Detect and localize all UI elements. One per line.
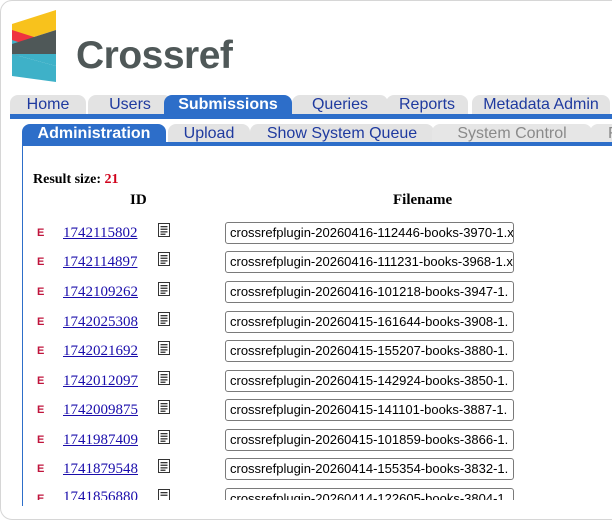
- result-count: 21: [104, 172, 119, 187]
- result-size-label: Result size:: [33, 172, 102, 187]
- document-icon[interactable]: [156, 281, 172, 297]
- tab-queries[interactable]: Queries: [292, 95, 388, 115]
- column-header-id: ID: [130, 192, 147, 208]
- result-size: Result size: 21: [33, 172, 119, 188]
- tab-home[interactable]: Home: [10, 95, 86, 115]
- entry-type-icon[interactable]: E: [37, 227, 46, 239]
- table-row: E 1741856880 crossrefplugin-20260414-122…: [0, 488, 612, 500]
- document-icon[interactable]: [156, 222, 172, 238]
- entry-type-icon[interactable]: E: [37, 404, 46, 416]
- submission-id-link[interactable]: 1742009875: [63, 402, 138, 419]
- document-icon[interactable]: [156, 370, 172, 386]
- filename-field[interactable]: crossrefplugin-20260414-155354-books-383…: [225, 458, 514, 480]
- table-row: E 1742115802 crossrefplugin-20260416-112…: [0, 222, 612, 246]
- filename-field[interactable]: crossrefplugin-20260415-101859-books-386…: [225, 429, 514, 451]
- table-row: E 1741879548 crossrefplugin-20260414-155…: [0, 458, 612, 482]
- submission-id-link[interactable]: 1742114897: [63, 254, 137, 271]
- document-icon[interactable]: [156, 399, 172, 415]
- crossref-logo[interactable]: Crossref: [10, 10, 233, 82]
- document-icon[interactable]: [156, 311, 172, 327]
- filename-field[interactable]: crossrefplugin-20260414-122605-books-380…: [225, 488, 514, 500]
- document-icon[interactable]: [156, 458, 172, 474]
- crossref-logo-icon: [12, 10, 56, 82]
- entry-type-icon[interactable]: E: [37, 345, 46, 357]
- column-header-filename: Filename: [393, 192, 453, 208]
- tab-system-control: System Control: [432, 124, 592, 143]
- filename-field[interactable]: crossrefplugin-20260415-141101-books-388…: [225, 399, 514, 421]
- main-nav-strip: [10, 114, 612, 119]
- table-row: E 1742012097 crossrefplugin-20260415-142…: [0, 370, 612, 394]
- brand-name: Crossref: [76, 34, 233, 77]
- entry-type-icon[interactable]: E: [37, 463, 46, 475]
- tab-submissions[interactable]: Submissions: [164, 95, 292, 115]
- tab-show-system-queue[interactable]: Show System Queue: [250, 124, 434, 143]
- tab-overflow: Fu: [590, 124, 612, 143]
- filename-field[interactable]: crossrefplugin-20260416-111231-books-396…: [225, 251, 514, 273]
- sub-nav-strip: [22, 142, 612, 146]
- submission-id-link[interactable]: 1742115802: [63, 225, 137, 242]
- entry-type-icon[interactable]: E: [37, 375, 46, 387]
- filename-field[interactable]: crossrefplugin-20260415-142924-books-385…: [225, 370, 514, 392]
- entry-type-icon[interactable]: E: [37, 256, 46, 268]
- entry-type-icon[interactable]: E: [37, 316, 46, 328]
- filename-field[interactable]: crossrefplugin-20260415-161644-books-390…: [225, 311, 514, 333]
- sub-nav: Administration Upload Show System Queue …: [22, 124, 612, 144]
- document-icon[interactable]: [156, 251, 172, 267]
- table-row: E 1742025308 crossrefplugin-20260415-161…: [0, 311, 612, 335]
- table-row: E 1742009875 crossrefplugin-20260415-141…: [0, 399, 612, 423]
- submission-id-link[interactable]: 1742025308: [63, 314, 138, 331]
- tab-metadata-admin[interactable]: Metadata Admin: [472, 95, 610, 115]
- table-row: E 1742109262 crossrefplugin-20260416-101…: [0, 281, 612, 305]
- filename-field[interactable]: crossrefplugin-20260416-112446-books-397…: [225, 222, 514, 244]
- entry-type-icon[interactable]: E: [37, 434, 46, 446]
- submission-id-link[interactable]: 1741879548: [63, 461, 138, 478]
- submission-id-link[interactable]: 1741987409: [63, 432, 138, 449]
- document-icon[interactable]: [156, 488, 172, 500]
- tab-upload[interactable]: Upload: [168, 124, 250, 143]
- submission-id-link[interactable]: 1741856880: [63, 489, 138, 500]
- submission-id-link[interactable]: 1742012097: [63, 373, 138, 390]
- entry-type-icon[interactable]: E: [37, 286, 46, 298]
- table-row: E 1742114897 crossrefplugin-20260416-111…: [0, 251, 612, 275]
- table-row: E 1742021692 crossrefplugin-20260415-155…: [0, 340, 612, 364]
- tab-users[interactable]: Users: [88, 95, 172, 115]
- submission-id-link[interactable]: 1742021692: [63, 343, 138, 360]
- document-icon[interactable]: [156, 429, 172, 445]
- main-nav: Home Users Submissions Queries Reports M…: [10, 95, 612, 115]
- filename-field[interactable]: crossrefplugin-20260416-101218-books-394…: [225, 281, 514, 303]
- filename-field[interactable]: crossrefplugin-20260415-155207-books-388…: [225, 340, 514, 362]
- tab-reports[interactable]: Reports: [386, 95, 468, 115]
- submission-id-link[interactable]: 1742109262: [63, 284, 138, 301]
- entry-type-icon[interactable]: E: [37, 493, 46, 500]
- document-icon[interactable]: [156, 340, 172, 356]
- table-row: E 1741987409 crossrefplugin-20260415-101…: [0, 429, 612, 453]
- tab-administration[interactable]: Administration: [22, 124, 166, 143]
